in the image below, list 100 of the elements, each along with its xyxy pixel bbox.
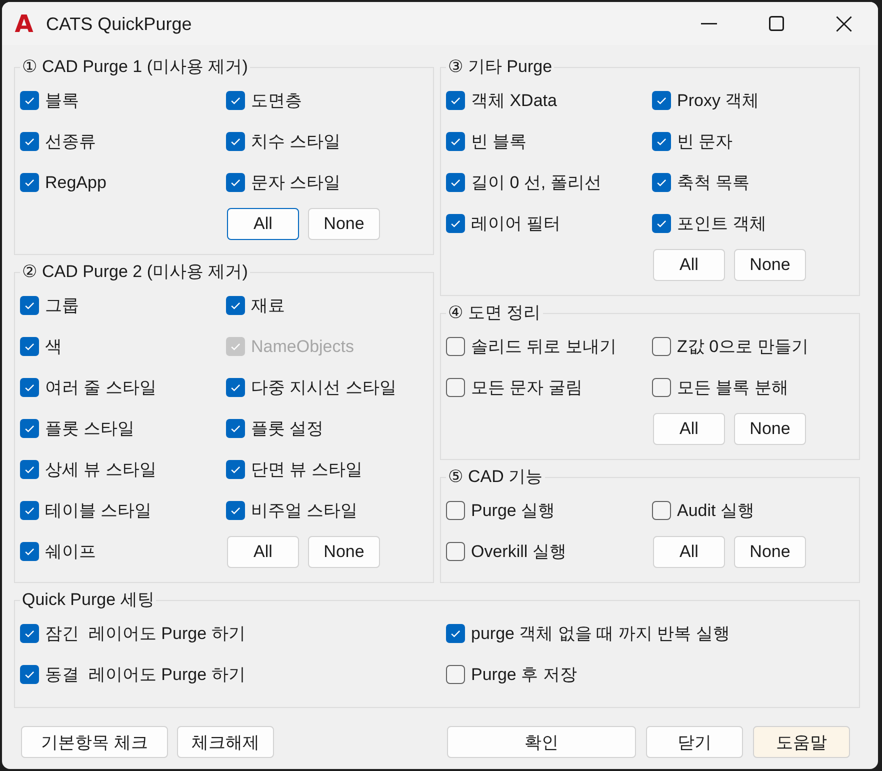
minimize-icon[interactable] <box>701 22 717 24</box>
uncheck-button[interactable]: 체크해제 <box>177 726 274 758</box>
checkbox[interactable] <box>20 665 39 684</box>
checkbox[interactable] <box>20 337 39 356</box>
checkbox-label: 동결 레이어도 Purge 하기 <box>45 664 246 686</box>
checkbox[interactable] <box>20 419 39 438</box>
group-title: ② CAD Purge 2 (미사용 제거) <box>21 262 249 282</box>
checkbox[interactable] <box>226 501 245 520</box>
app-logo: A <box>14 12 34 36</box>
checkbox[interactable] <box>652 91 671 110</box>
checkbox[interactable] <box>20 501 39 520</box>
checkbox[interactable] <box>652 214 671 233</box>
checkbox-label: 포인트 객체 <box>677 212 767 234</box>
checkbox-label: 선종류 <box>45 130 96 152</box>
checkbox-label: 재료 <box>251 294 285 316</box>
checkbox[interactable] <box>20 460 39 479</box>
checkbox[interactable] <box>226 378 245 397</box>
checkbox-label: 플롯 설정 <box>251 418 324 440</box>
checkbox-label: 솔리드 뒤로 보내기 <box>471 336 616 358</box>
checkbox-label: Purge 후 저장 <box>471 664 577 686</box>
checkbox[interactable] <box>20 132 39 151</box>
checkbox-label: Purge 실행 <box>471 500 556 522</box>
checkbox[interactable] <box>446 91 465 110</box>
checkbox-label: Z값 0으로 만들기 <box>677 336 808 358</box>
select-all-button[interactable]: All <box>653 536 725 568</box>
checkbox-label: Overkill 실행 <box>471 540 566 562</box>
checkbox[interactable] <box>20 378 39 397</box>
checkbox[interactable] <box>446 624 465 643</box>
checkbox-label: 모든 블록 분해 <box>677 376 788 398</box>
group-title: ④ 도면 정리 <box>447 303 542 323</box>
checkbox[interactable] <box>446 501 465 520</box>
select-all-button[interactable]: All <box>227 208 299 240</box>
checkbox-label: 잠긴 레이어도 Purge 하기 <box>45 622 246 644</box>
checkbox[interactable] <box>446 173 465 192</box>
checkbox-label: 모든 문자 굴림 <box>471 376 582 398</box>
select-all-button[interactable]: All <box>227 536 299 568</box>
checkbox-label: Proxy 객체 <box>677 90 760 112</box>
checkbox[interactable] <box>226 132 245 151</box>
checkbox[interactable] <box>652 132 671 151</box>
checkbox-label: 레이어 필터 <box>471 212 561 234</box>
checkbox-label: 도면층 <box>251 90 302 112</box>
checkbox[interactable] <box>226 173 245 192</box>
checkbox[interactable] <box>226 460 245 479</box>
maximize-icon[interactable] <box>769 16 784 31</box>
checkbox-label: 치수 스타일 <box>251 130 341 152</box>
checkbox-label: 비주얼 스타일 <box>251 500 358 522</box>
checkbox-label: 여러 줄 스타일 <box>45 376 156 398</box>
checkbox[interactable] <box>446 378 465 397</box>
select-none-button[interactable]: None <box>734 536 806 568</box>
checkbox-label: 블록 <box>45 90 79 112</box>
checkbox[interactable] <box>226 419 245 438</box>
help-button[interactable]: 도움말 <box>753 726 850 758</box>
close-button[interactable]: 닫기 <box>646 726 743 758</box>
checkbox[interactable] <box>446 337 465 356</box>
checkbox-label: 빈 문자 <box>677 130 733 152</box>
checkbox[interactable] <box>20 624 39 643</box>
checkbox-label: 빈 블록 <box>471 130 527 152</box>
checkbox[interactable] <box>20 91 39 110</box>
checkbox[interactable] <box>226 91 245 110</box>
select-none-button[interactable]: None <box>308 208 380 240</box>
checkbox-label: 객체 XData <box>471 90 557 112</box>
window-title: CATS QuickPurge <box>46 12 192 34</box>
checkbox-label: 색 <box>45 336 62 358</box>
select-none-button[interactable]: None <box>734 248 806 280</box>
checkbox-label: 단면 뷰 스타일 <box>251 458 362 480</box>
checkbox[interactable] <box>446 132 465 151</box>
ok-button[interactable]: 확인 <box>447 726 636 758</box>
checkbox-label: RegApp <box>45 172 106 194</box>
checkbox[interactable] <box>446 214 465 233</box>
checkbox-label: 상세 뷰 스타일 <box>45 458 156 480</box>
checkbox-label: 그룹 <box>45 294 79 316</box>
checkbox-label: 문자 스타일 <box>251 172 341 194</box>
check-defaults-button[interactable]: 기본항목 체크 <box>21 726 168 758</box>
checkbox[interactable] <box>652 337 671 356</box>
checkbox[interactable] <box>20 296 39 315</box>
checkbox-label: 쉐이프 <box>45 540 96 562</box>
checkbox[interactable] <box>652 173 671 192</box>
select-all-button[interactable]: All <box>653 412 725 444</box>
checkbox-label: 테이블 스타일 <box>45 500 152 522</box>
checkbox-label: Audit 실행 <box>677 500 754 522</box>
select-none-button[interactable]: None <box>308 536 380 568</box>
checkbox[interactable] <box>446 665 465 684</box>
checkbox-label: 플롯 스타일 <box>45 418 135 440</box>
select-none-button[interactable]: None <box>734 412 806 444</box>
group-title: ③ 기타 Purge <box>447 57 554 77</box>
checkbox[interactable] <box>446 542 465 561</box>
checkbox[interactable] <box>226 296 245 315</box>
checkbox[interactable] <box>20 542 39 561</box>
checkbox-label: purge 객체 없을 때 까지 반복 실행 <box>471 622 730 644</box>
checkbox[interactable] <box>652 501 671 520</box>
close-icon[interactable] <box>836 16 852 32</box>
group-title: ⑤ CAD 기능 <box>447 467 544 487</box>
group-title: Quick Purge 세팅 <box>21 590 156 610</box>
checkbox-label: 다중 지시선 스타일 <box>251 376 396 398</box>
checkbox[interactable] <box>652 378 671 397</box>
group-title: ① CAD Purge 1 (미사용 제거) <box>21 57 249 77</box>
checkbox[interactable] <box>20 173 39 192</box>
checkbox-label: 길이 0 선, 폴리선 <box>471 172 602 194</box>
checkbox-label: 축척 목록 <box>677 172 750 194</box>
select-all-button[interactable]: All <box>653 248 725 280</box>
